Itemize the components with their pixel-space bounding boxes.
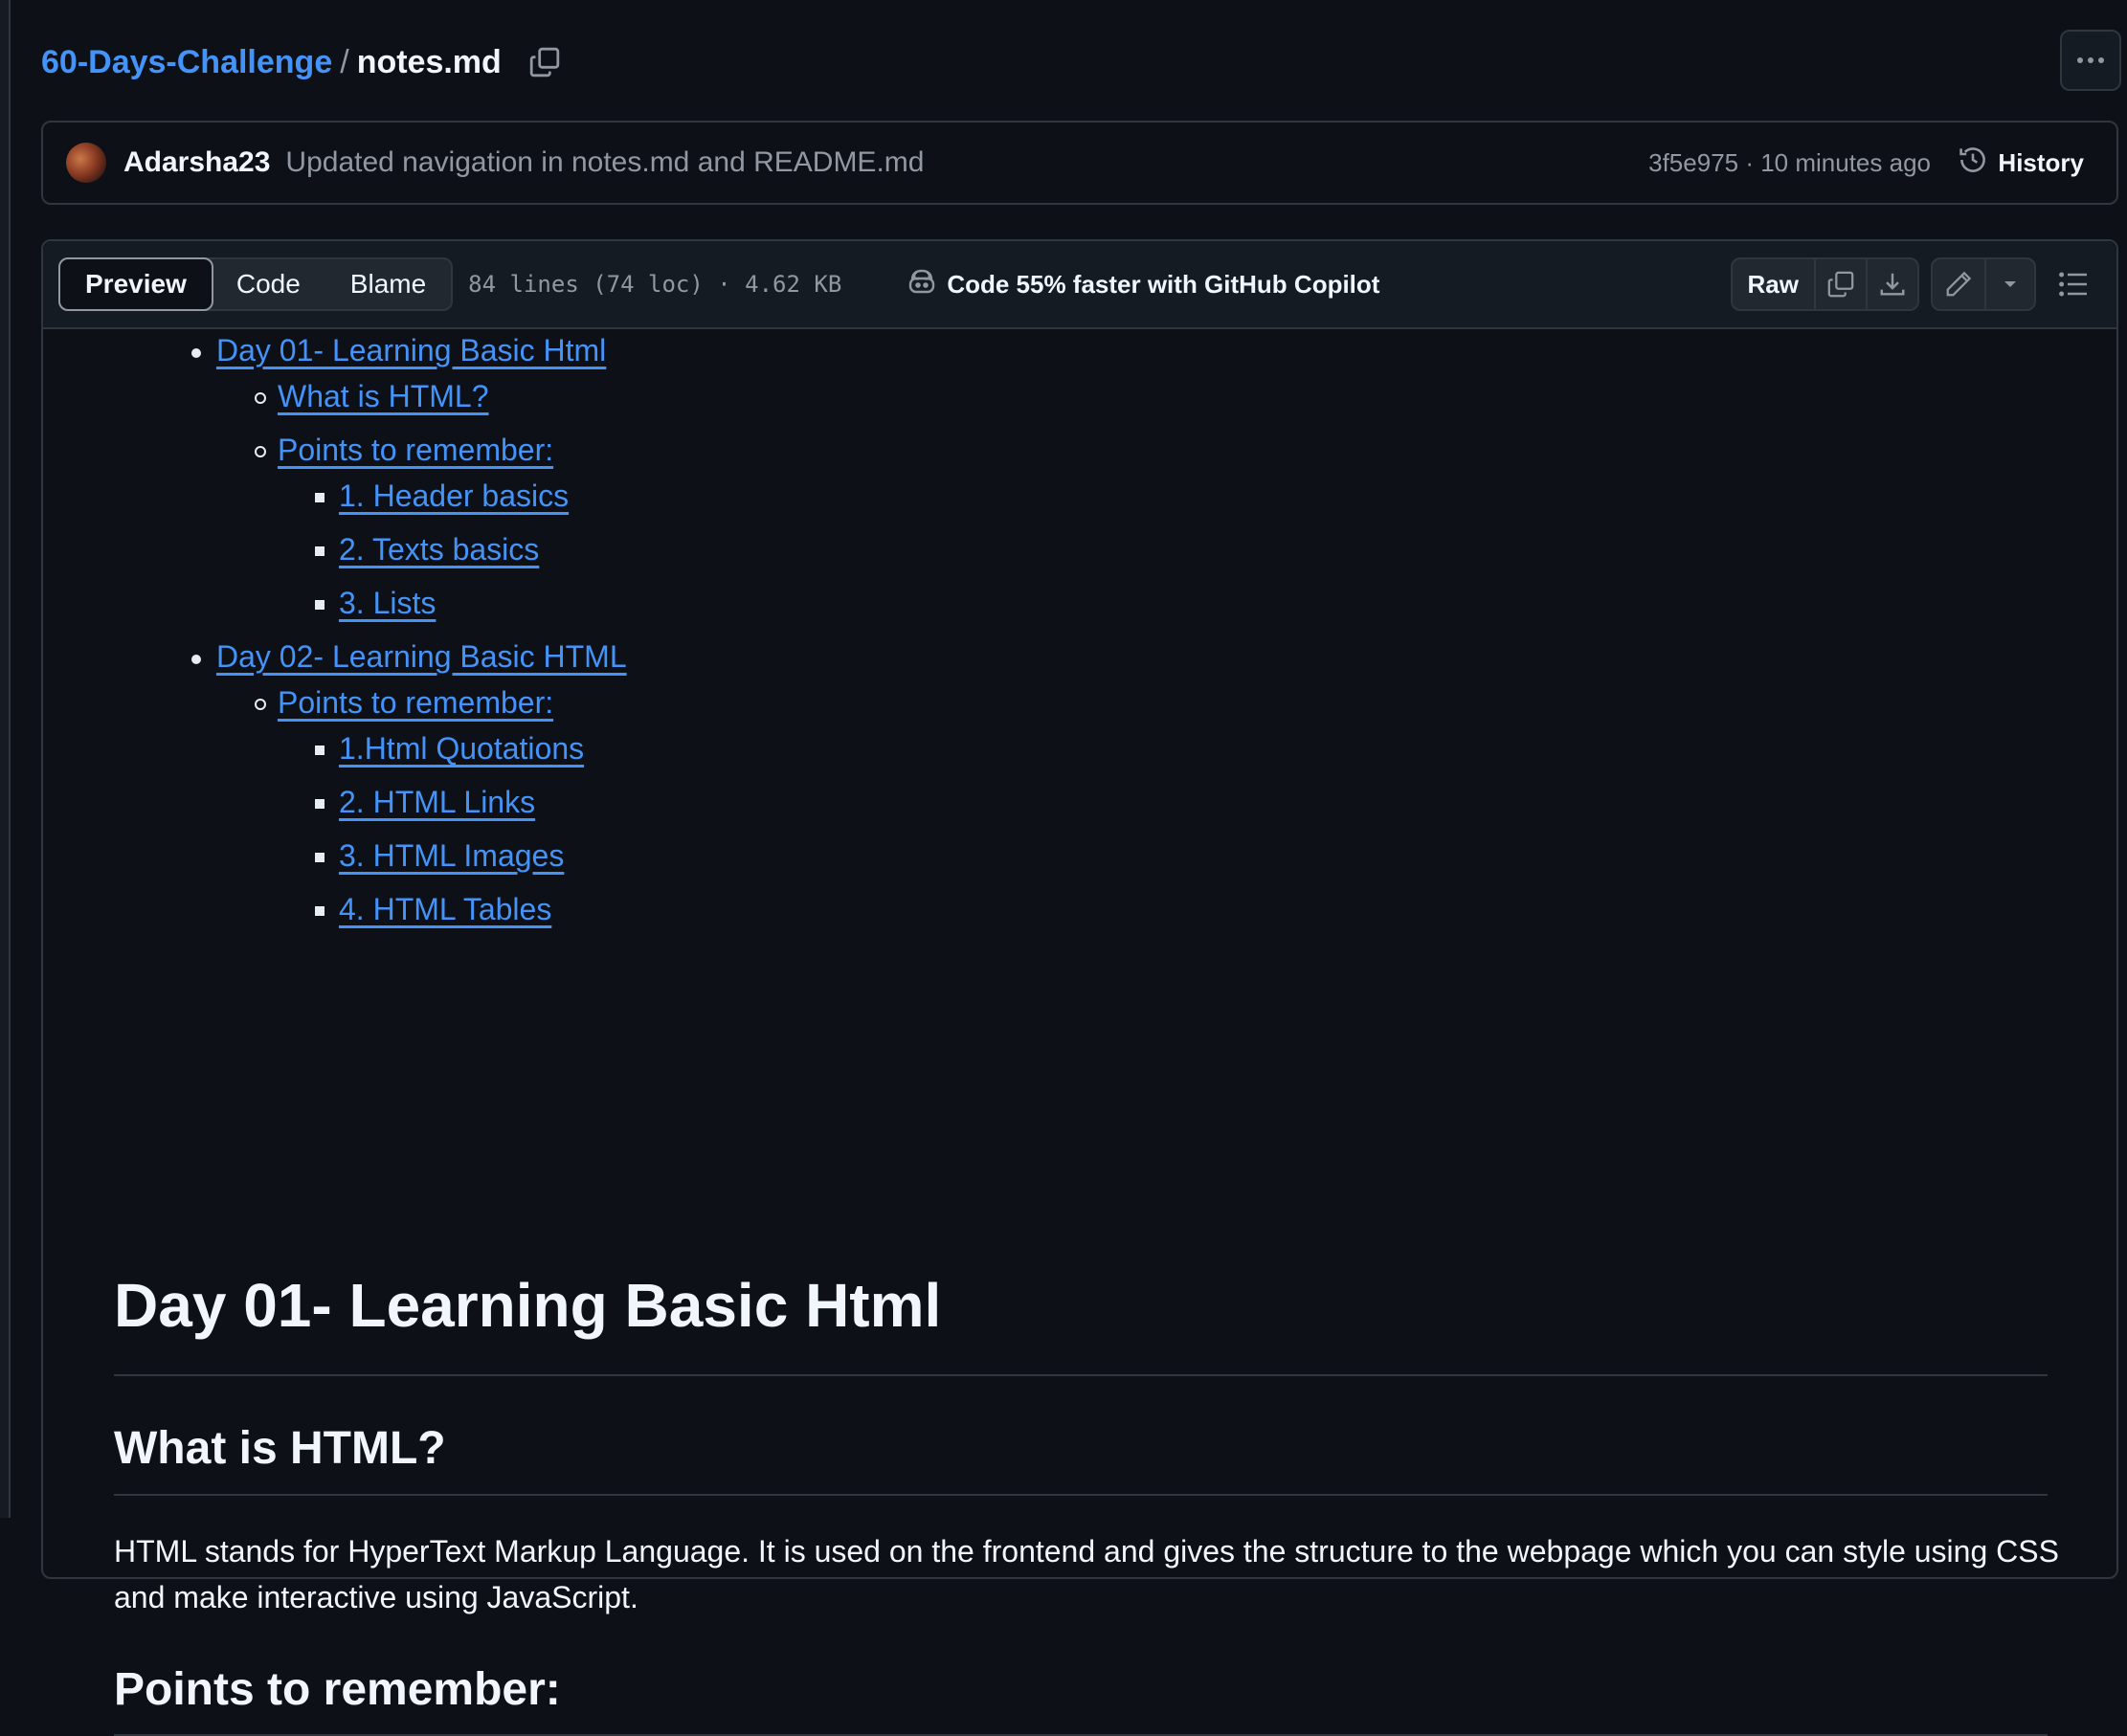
bullet-disc: [191, 348, 201, 358]
download-icon[interactable]: [1866, 259, 1917, 309]
breadcrumb-file-name: notes.md: [356, 43, 502, 80]
paragraph-html-definition: HTML stands for HyperText Markup Languag…: [114, 1534, 2059, 1614]
toc-sublist: What is HTML? Points to remember: 1. Hea…: [216, 373, 2048, 626]
history-button[interactable]: History: [1958, 145, 2084, 182]
heading-divider: [114, 1494, 2048, 1496]
toc-link-what-is-html[interactable]: What is HTML?: [278, 373, 2048, 419]
tab-preview[interactable]: Preview: [58, 257, 213, 311]
toc-link-html-images[interactable]: 3. HTML Images: [339, 833, 2048, 879]
bullet-square: [315, 546, 325, 556]
pencil-icon[interactable]: [1933, 259, 1984, 309]
toc-link-day02[interactable]: Day 02- Learning Basic HTML: [216, 634, 2048, 679]
history-label: History: [1998, 147, 2084, 177]
heading-what-is-html: What is HTML?: [114, 1423, 446, 1474]
toc-link-html-tables[interactable]: 4. HTML Tables: [339, 886, 2048, 932]
latest-commit-bar: Adarsha23 Updated navigation in notes.md…: [41, 121, 2118, 205]
list-unordered-icon[interactable]: [2048, 257, 2099, 311]
toc-sublist: 1. Header basics 2. Texts basics 3. List…: [278, 473, 2048, 626]
list-item: Points to remember: 1. Header basics 2. …: [216, 427, 2048, 626]
copilot-icon: [907, 267, 937, 302]
toc-link-day01[interactable]: Day 01- Learning Basic Html: [216, 327, 2048, 373]
bullet-circle: [255, 392, 266, 404]
heading-points-to-remember: Points to remember:: [114, 1664, 561, 1715]
toc-list: Day 01- Learning Basic Html What is HTML…: [114, 327, 2048, 932]
bullet-disc: [191, 655, 201, 664]
heading-day01: Day 01- Learning Basic Html: [114, 1271, 942, 1340]
tab-code[interactable]: Code: [212, 259, 325, 309]
file-header: Preview Code Blame 84 lines (74 loc) · 4…: [43, 241, 2116, 329]
list-item: Day 02- Learning Basic HTML Points to re…: [114, 634, 2048, 932]
bullet-square: [315, 746, 325, 755]
bullet-square: [315, 906, 325, 916]
list-item: 3. HTML Images: [278, 833, 2048, 879]
bullet-circle: [255, 699, 266, 710]
history-icon: [1958, 145, 1988, 182]
bullet-square: [315, 799, 325, 809]
breadcrumb-separator: /: [340, 43, 349, 80]
heading-divider: [114, 1374, 2048, 1376]
raw-button[interactable]: Raw: [1733, 259, 1814, 309]
file-viewer: Preview Code Blame 84 lines (74 loc) · 4…: [41, 239, 2118, 1736]
copy-icon[interactable]: [1814, 259, 1866, 309]
triangle-down-icon[interactable]: [1984, 259, 2034, 309]
tab-blame[interactable]: Blame: [325, 259, 451, 309]
list-item: Points to remember: 1.Html Quotations 2.…: [216, 679, 2048, 932]
view-mode-switch: Preview Code Blame: [58, 257, 454, 311]
file-actions: Raw: [1730, 257, 2116, 311]
commit-author[interactable]: Adarsha23: [123, 146, 270, 179]
copilot-promo-link[interactable]: Code 55% faster with GitHub Copilot: [907, 267, 1379, 302]
bullet-square: [315, 493, 325, 502]
bullet-square: [315, 600, 325, 610]
toc-link-lists[interactable]: 3. Lists: [339, 580, 2048, 626]
toc-sublist: Points to remember: 1.Html Quotations 2.…: [216, 679, 2048, 932]
bullet-square: [315, 853, 325, 862]
commit-hash-time[interactable]: 3f5e975 · 10 minutes ago: [1648, 148, 1931, 178]
commit-message[interactable]: Updated navigation in notes.md and READM…: [285, 146, 924, 179]
copy-icon[interactable]: [526, 44, 563, 80]
markdown-toc: Day 01- Learning Basic Html What is HTML…: [114, 327, 2048, 932]
toc-link-points-day02[interactable]: Points to remember:: [278, 679, 2048, 725]
raw-copy-download-group: Raw: [1730, 257, 1919, 311]
list-item: 4. HTML Tables: [278, 886, 2048, 932]
left-edge-divider: [0, 0, 11, 1518]
toc-link-points-day01[interactable]: Points to remember:: [278, 427, 2048, 473]
avatar[interactable]: [66, 143, 106, 183]
list-item: 1.Html Quotations: [278, 725, 2048, 771]
kebab-horizontal-icon: [2076, 52, 2105, 69]
list-item: What is HTML?: [216, 373, 2048, 419]
more-options-button[interactable]: [2060, 30, 2121, 91]
toc-link-header-basics[interactable]: 1. Header basics: [339, 473, 2048, 519]
toc-link-html-links[interactable]: 2. HTML Links: [339, 779, 2048, 825]
toc-sublist: 1.Html Quotations 2. HTML Links 3. HTML …: [278, 725, 2048, 932]
bullet-circle: [255, 446, 266, 457]
breadcrumb: 60-Days-Challenge / notes.md: [41, 38, 563, 86]
file-stats: 84 lines (74 loc) · 4.62 KB: [468, 271, 842, 298]
list-item: 3. Lists: [278, 580, 2048, 626]
list-item: 2. HTML Links: [278, 779, 2048, 825]
list-item: Day 01- Learning Basic Html What is HTML…: [114, 327, 2048, 626]
toc-link-texts-basics[interactable]: 2. Texts basics: [339, 526, 2048, 572]
toc-link-html-quotations[interactable]: 1.Html Quotations: [339, 725, 2048, 771]
breadcrumb-repo-link[interactable]: 60-Days-Challenge: [41, 44, 332, 81]
list-item: 2. Texts basics: [278, 526, 2048, 572]
edit-group: [1931, 257, 2036, 311]
list-item: 1. Header basics: [278, 473, 2048, 519]
copilot-label: Code 55% faster with GitHub Copilot: [947, 269, 1380, 299]
